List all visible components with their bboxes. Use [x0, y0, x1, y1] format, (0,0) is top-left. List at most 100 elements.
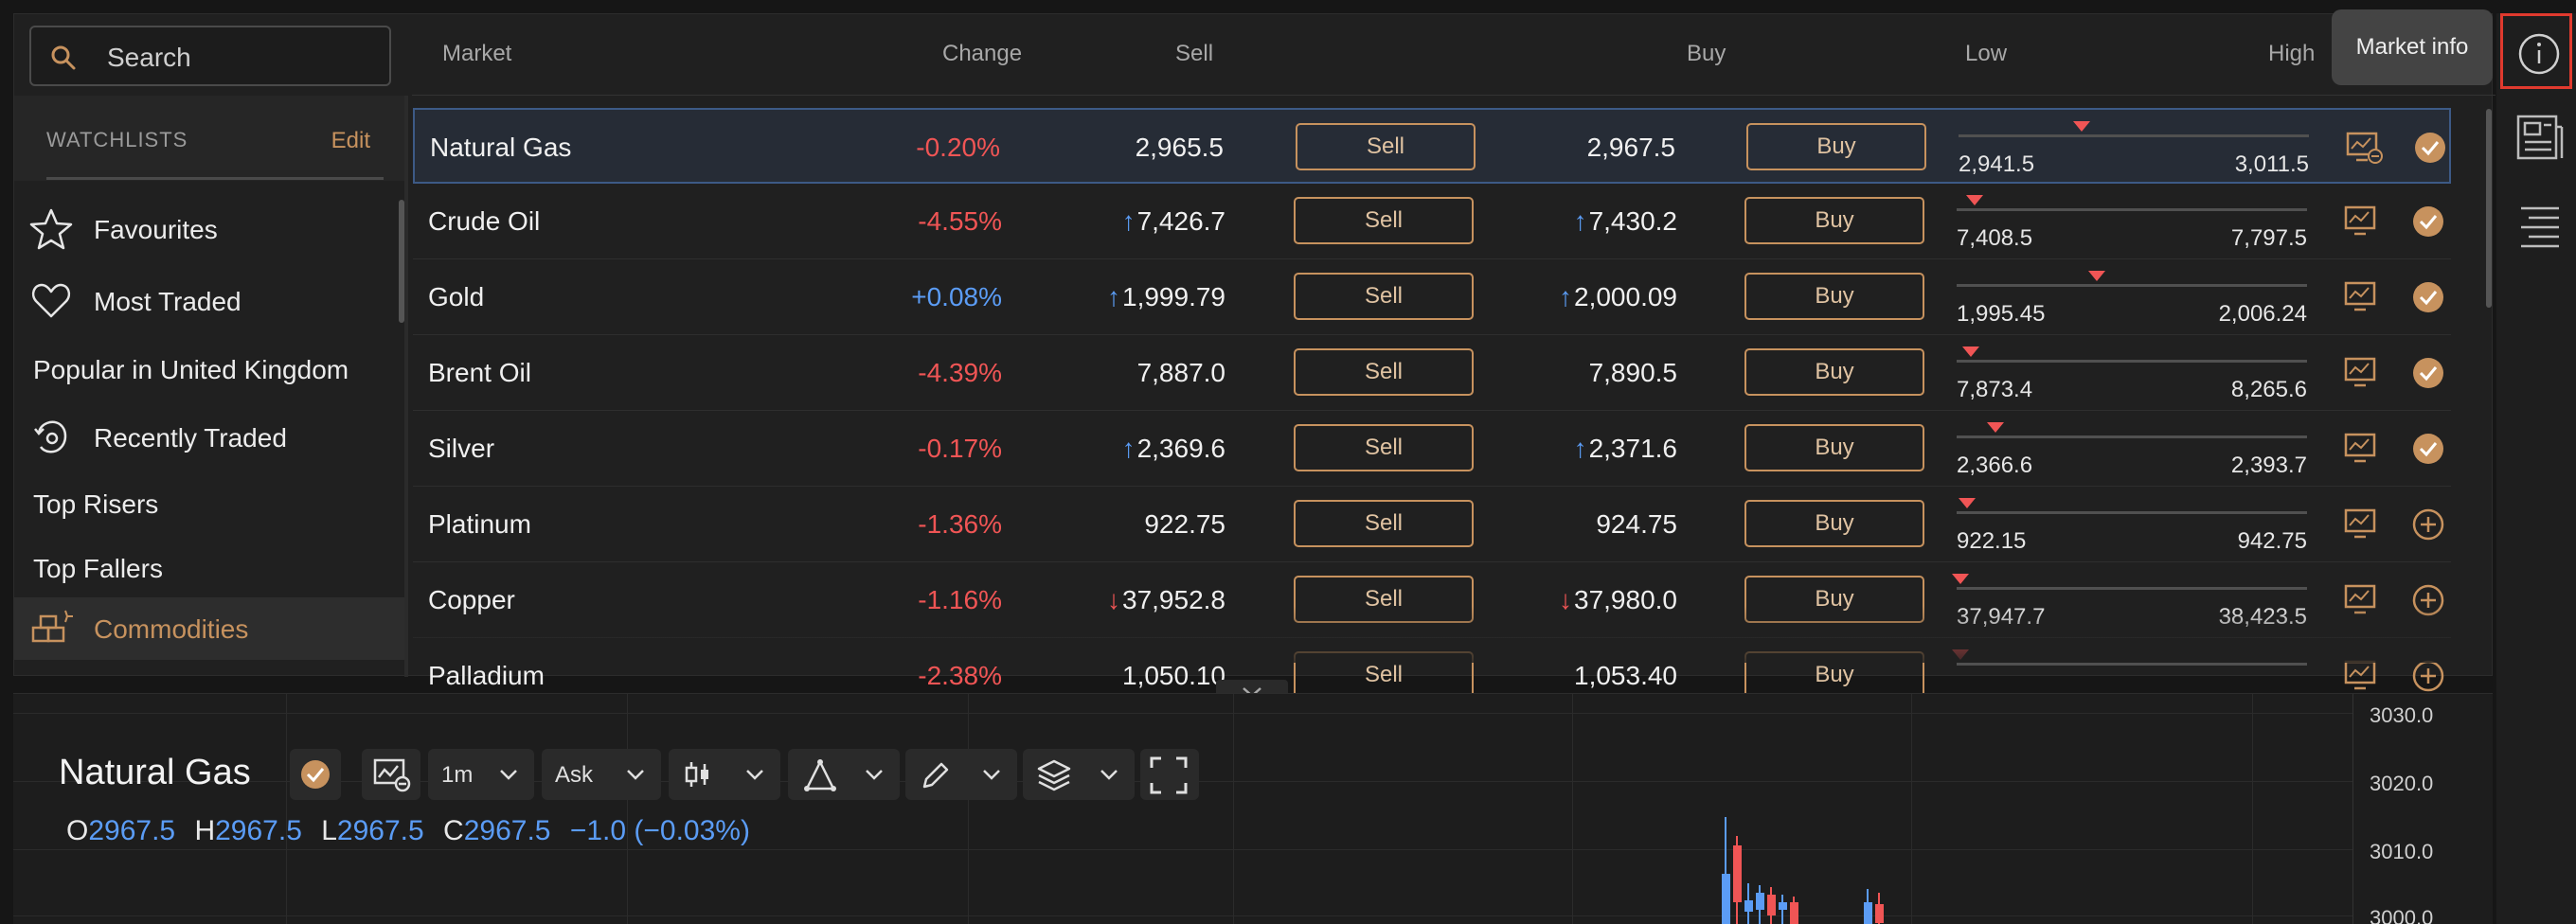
check-circle-icon[interactable]: [2411, 204, 2445, 239]
buy-price: ↑7,430.2: [1574, 206, 1677, 237]
y-tick: 3030.0: [2370, 703, 2434, 727]
chart-remove-button[interactable]: [362, 749, 420, 800]
chart-monitor-icon[interactable]: [2343, 583, 2381, 617]
close-value: 2967.5: [463, 815, 551, 846]
chart-monitor-icon[interactable]: [2343, 432, 2381, 466]
layers-select[interactable]: [1023, 749, 1135, 800]
market-row[interactable]: Copper -1.16% ↓37,952.8 Sell ↓37,980.0 Buy 37,…: [413, 562, 2451, 638]
triangle-tool-icon: [804, 759, 836, 791]
add-circle-icon[interactable]: [2411, 583, 2445, 617]
market-name[interactable]: Brent Oil: [428, 358, 531, 388]
market-row[interactable]: Brent Oil -4.39% 7,887.0 Sell 7,890.5 Buy 7,87…: [413, 335, 2451, 411]
chart-monitor-icon[interactable]: [2343, 659, 2381, 693]
header-change[interactable]: Change: [942, 41, 1022, 67]
buy-button[interactable]: Buy: [1744, 197, 1924, 244]
fullscreen-button[interactable]: [1140, 749, 1199, 800]
table-scrollbar[interactable]: [2486, 109, 2492, 308]
range-track: [1957, 663, 2307, 666]
watchlist-toggle-button[interactable]: [290, 749, 341, 800]
watchlist-top-fallers[interactable]: Top Fallers: [14, 537, 404, 599]
market-name[interactable]: Copper: [428, 585, 515, 615]
candlestick-series[interactable]: [1708, 817, 1917, 924]
buy-button[interactable]: Buy: [1746, 123, 1926, 170]
buy-button[interactable]: Buy: [1744, 424, 1924, 471]
chart-monitor-icon[interactable]: [2343, 204, 2381, 239]
chart-type-select[interactable]: [669, 749, 780, 800]
watchlist-most-traded[interactable]: Most Traded: [14, 270, 404, 332]
buy-button[interactable]: Buy: [1744, 651, 1924, 699]
grid-line: [627, 694, 628, 924]
watchlist-popular-uk[interactable]: Popular in United Kingdom: [14, 338, 404, 400]
add-circle-icon[interactable]: [2411, 507, 2445, 542]
header-high[interactable]: High: [2268, 41, 2315, 67]
market-name[interactable]: Palladium: [428, 661, 545, 691]
search-input[interactable]: Search: [29, 26, 391, 86]
sell-price-value: 7,426.7: [1136, 206, 1225, 236]
chart-monitor-icon[interactable]: [2343, 507, 2381, 542]
range-low: 37,947.7: [1957, 604, 2046, 630]
sell-price-value: 7,887.0: [1136, 358, 1225, 387]
header-low[interactable]: Low: [1965, 41, 2007, 67]
chart-monitor-icon[interactable]: [2343, 356, 2381, 390]
day-range: 2,366.6 2,393.7: [1957, 418, 2317, 481]
buy-price-value: 7,890.5: [1588, 358, 1677, 387]
watchlist-top-risers[interactable]: Top Risers: [14, 472, 404, 535]
market-name[interactable]: Natural Gas: [430, 133, 571, 163]
chart-monitor-icon[interactable]: [2343, 280, 2381, 314]
range-low: 2,366.6: [1957, 453, 2033, 478]
check-circle-icon[interactable]: [2411, 280, 2445, 314]
sell-button[interactable]: Sell: [1294, 424, 1474, 471]
news-icon[interactable]: [2515, 114, 2565, 161]
watchlists-edit-button[interactable]: Edit: [331, 128, 370, 154]
watchlist-recently-traded[interactable]: Recently Traded: [14, 406, 404, 469]
market-change: -0.17%: [918, 434, 1002, 463]
sell-button[interactable]: Sell: [1294, 348, 1474, 396]
check-circle-icon[interactable]: [2411, 432, 2445, 466]
sell-button[interactable]: Sell: [1294, 500, 1474, 547]
market-row[interactable]: Gold +0.08% ↑1,999.79 Sell ↑2,000.09 Buy 1,995…: [413, 259, 2451, 335]
market-name[interactable]: Silver: [428, 434, 494, 464]
buy-button[interactable]: Buy: [1744, 348, 1924, 396]
watchlist-label: Recently Traded: [94, 423, 287, 453]
sell-button[interactable]: Sell: [1294, 651, 1474, 699]
buy-price-value: 924.75: [1596, 509, 1677, 539]
market-row[interactable]: Silver -0.17% ↑2,369.6 Sell ↑2,371.6 Buy 2,366…: [413, 411, 2451, 487]
sell-price-value: 2,965.5: [1135, 133, 1224, 162]
annotate-tools-select[interactable]: [905, 749, 1017, 800]
market-change: -4.55%: [918, 206, 1002, 236]
market-name[interactable]: Gold: [428, 282, 484, 312]
order-book-icon[interactable]: [2515, 203, 2565, 252]
sell-button[interactable]: Sell: [1294, 576, 1474, 623]
price-type-value: Ask: [555, 762, 594, 788]
grid-line: [13, 915, 2352, 916]
open-value: 2967.5: [88, 815, 176, 846]
buy-button[interactable]: Buy: [1744, 500, 1924, 547]
drawing-tools-select[interactable]: [788, 749, 900, 800]
watchlist-commodities[interactable]: Commodities: [14, 597, 404, 660]
interval-select[interactable]: 1m: [428, 749, 534, 800]
sell-button[interactable]: Sell: [1294, 197, 1474, 244]
header-market[interactable]: Market: [442, 41, 511, 67]
sell-button[interactable]: Sell: [1294, 273, 1474, 320]
market-name[interactable]: Platinum: [428, 509, 531, 540]
market-row[interactable]: Natural Gas -0.20% 2,965.5 Sell 2,967.5 Buy 2,…: [413, 108, 2451, 184]
buy-button[interactable]: Buy: [1744, 273, 1924, 320]
header-buy[interactable]: Buy: [1687, 41, 1726, 67]
header-sell[interactable]: Sell: [1175, 41, 1213, 67]
market-name[interactable]: Crude Oil: [428, 206, 540, 237]
market-info-button[interactable]: [2500, 13, 2572, 89]
price-axis[interactable]: [2352, 694, 2493, 924]
check-circle-icon[interactable]: [2413, 131, 2447, 165]
chart-monitor-icon[interactable]: [2345, 131, 2383, 165]
watchlist-label: Top Risers: [33, 489, 159, 519]
add-circle-icon[interactable]: [2411, 659, 2445, 693]
sell-button[interactable]: Sell: [1296, 123, 1476, 170]
market-row[interactable]: Crude Oil -4.55% ↑7,426.7 Sell ↑7,430.2 Buy 7,…: [413, 184, 2451, 259]
market-row[interactable]: Platinum -1.36% 922.75 Sell 924.75 Buy 922.15 9…: [413, 487, 2451, 562]
check-circle-icon[interactable]: [2411, 356, 2445, 390]
watchlist-favourites[interactable]: Favourites: [14, 198, 404, 260]
candlestick-icon: [685, 762, 708, 787]
buy-button[interactable]: Buy: [1744, 576, 1924, 623]
chevron-down-icon: [1100, 770, 1118, 780]
price-type-select[interactable]: Ask: [542, 749, 661, 800]
